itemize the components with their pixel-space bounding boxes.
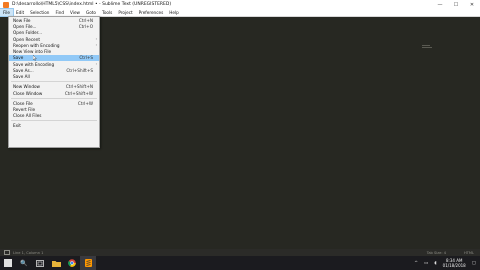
menu-help[interactable]: Help bbox=[166, 9, 182, 16]
status-right: Tab Size: 4 HTML bbox=[427, 251, 474, 255]
search-icon[interactable]: 🔍 bbox=[16, 256, 32, 270]
menu-item-exit[interactable]: Exit bbox=[9, 123, 99, 129]
menu-separator bbox=[11, 81, 97, 83]
menu-item-close-window[interactable]: Close Window Ctrl+Shift+W bbox=[9, 90, 99, 96]
menu-tools[interactable]: Tools bbox=[99, 9, 115, 16]
title-bar: D:\desarrollo\HTML5\CSS\index.html • - S… bbox=[0, 0, 480, 9]
menu-view[interactable]: View bbox=[67, 9, 83, 16]
menu-separator bbox=[11, 120, 97, 122]
notification-icon[interactable]: ▢ bbox=[472, 261, 476, 266]
start-button[interactable] bbox=[0, 256, 16, 270]
menu-edit[interactable]: Edit bbox=[13, 9, 27, 16]
window-title: D:\desarrollo\HTML5\CSS\index.html • - S… bbox=[12, 2, 172, 7]
windows-logo-icon bbox=[4, 259, 12, 267]
menu-preferences[interactable]: Preferences bbox=[136, 9, 167, 16]
tray-arrow-icon[interactable]: ^ bbox=[414, 261, 418, 266]
maximize-button[interactable]: ☐ bbox=[448, 0, 464, 9]
menu-selection[interactable]: Selection bbox=[27, 9, 52, 16]
cursor-position: Line 1, Column 1 bbox=[13, 250, 44, 255]
system-tray: ^ ▭ ◖ 8:34 AM 01/18/2018 ▢ bbox=[414, 258, 476, 268]
submenu-arrow-icon: › bbox=[95, 43, 97, 48]
menu-item-close-all-files[interactable]: Close All Files bbox=[9, 113, 99, 119]
menu-find[interactable]: Find bbox=[52, 9, 67, 16]
file-explorer-icon[interactable] bbox=[48, 256, 64, 270]
status-left: Line 1, Column 1 bbox=[4, 250, 43, 255]
close-button[interactable]: ✕ bbox=[464, 0, 480, 9]
menu-file[interactable]: File bbox=[0, 8, 15, 17]
syntax-mode[interactable]: HTML bbox=[464, 251, 474, 255]
menu-project[interactable]: Project bbox=[115, 9, 135, 16]
menu-goto[interactable]: Goto bbox=[83, 9, 99, 16]
submenu-arrow-icon: › bbox=[95, 37, 97, 42]
menu-item-save-all[interactable]: Save All bbox=[9, 74, 99, 80]
status-bar: Line 1, Column 1 Tab Size: 4 HTML bbox=[0, 249, 480, 256]
menu-separator bbox=[11, 97, 97, 99]
clock[interactable]: 8:34 AM 01/18/2018 bbox=[443, 258, 466, 268]
taskbar: 🔍 ^ ▭ ◖ 8:34 AM 01/18/2018 ▢ bbox=[0, 256, 480, 270]
submenu-arrow-icon: › bbox=[95, 62, 97, 67]
volume-icon[interactable]: ◖ bbox=[434, 261, 436, 266]
mouse-pointer-icon bbox=[33, 54, 37, 61]
sublime-app-icon bbox=[3, 1, 9, 8]
panel-toggle-icon[interactable] bbox=[4, 250, 10, 255]
minimize-button[interactable]: — bbox=[432, 0, 448, 9]
network-icon[interactable]: ▭ bbox=[424, 261, 428, 266]
file-menu-dropdown: New File Ctrl+N Open File... Ctrl+O Open… bbox=[8, 16, 100, 148]
task-view-icon[interactable] bbox=[32, 256, 48, 270]
chrome-icon[interactable] bbox=[64, 256, 80, 270]
tab-size[interactable]: Tab Size: 4 bbox=[427, 251, 446, 255]
minimap[interactable] bbox=[422, 45, 432, 49]
sublime-taskbar-icon[interactable] bbox=[80, 256, 96, 270]
clock-date: 01/18/2018 bbox=[442, 263, 466, 268]
